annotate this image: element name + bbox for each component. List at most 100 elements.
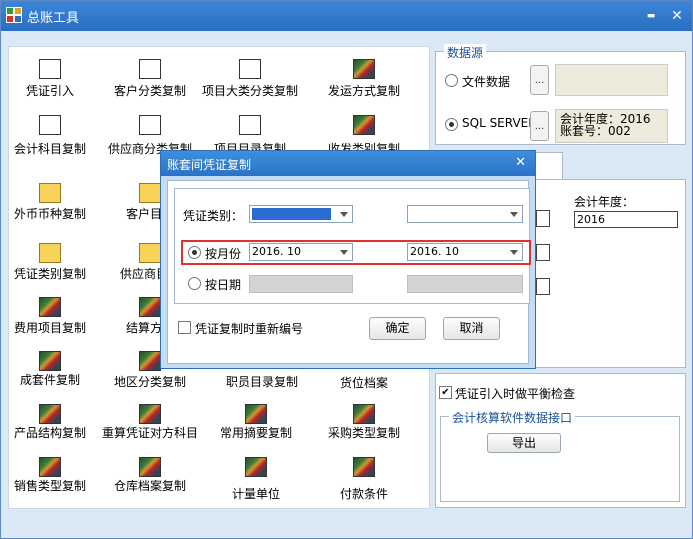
field-a[interactable] xyxy=(536,210,550,227)
month-to-value: 2016. 10 xyxy=(410,245,459,258)
export-button[interactable]: 导出 xyxy=(487,433,561,453)
close-button[interactable]: ✕ xyxy=(668,7,686,25)
options-group: ✔ 凭证引入时做平衡检查 会计核算软件数据接口 导出 xyxy=(435,373,686,508)
image-icon xyxy=(353,59,375,79)
image-icon xyxy=(39,297,61,317)
tool-kit-copy[interactable]: 成套件复制 xyxy=(0,351,105,399)
window-title: 总账工具 xyxy=(27,11,80,26)
tool-currency-copy[interactable]: 外币币种复制 xyxy=(0,183,105,231)
tool-expense-item-copy[interactable]: 费用项目复制 xyxy=(0,297,105,345)
voucher-type-select-2[interactable] xyxy=(407,205,523,223)
tool-label: 重算凭证对方科目 xyxy=(101,426,198,440)
ok-button[interactable]: 确定 xyxy=(369,317,426,340)
fiscal-year-input[interactable]: 2016 xyxy=(574,211,678,228)
image-icon xyxy=(39,404,61,424)
doc-icon xyxy=(39,59,61,79)
tool-voucher-import[interactable]: 凭证引入 xyxy=(0,59,105,107)
folder-icon xyxy=(39,243,61,263)
image-icon xyxy=(353,115,375,135)
dialog-body: 凭证类别： 按月份 2016. 10 2016. 10 按日期 凭证复制时重新编… xyxy=(167,180,531,364)
image-icon xyxy=(139,297,161,317)
tool-warehouse-archive-copy[interactable]: 仓库档案复制 xyxy=(95,457,205,505)
interface-title: 会计核算软件数据接口 xyxy=(449,409,576,426)
cancel-button[interactable]: 取消 xyxy=(443,317,500,340)
dialog-title-bar: 账套间凭证复制 ✕ xyxy=(161,151,535,176)
sql-browse-button[interactable]: ... xyxy=(530,111,549,141)
by-date-label: 按日期 xyxy=(205,278,242,292)
tool-payment-terms[interactable]: 付款条件 xyxy=(309,457,419,505)
chevron-down-icon xyxy=(340,212,348,217)
main-window: 总账工具 ▬ ✕ 凭证引入 客户分类复制 项目大类分类复制 发运方式复制 会计科… xyxy=(0,0,693,539)
renumber-checkbox[interactable] xyxy=(178,321,191,334)
tool-label: 计量单位 xyxy=(231,487,280,501)
tool-label: 职员目录复制 xyxy=(225,375,298,389)
image-icon xyxy=(245,404,267,424)
month-from-value: 2016. 10 xyxy=(252,245,301,258)
minimize-button[interactable]: ▬ xyxy=(642,7,660,25)
tool-account-copy[interactable]: 会计科目复制 xyxy=(0,115,105,163)
file-data-radio[interactable] xyxy=(445,74,458,87)
tool-label: 成套件复制 xyxy=(19,373,80,387)
field-c[interactable] xyxy=(536,278,550,295)
file-info-box xyxy=(555,64,668,96)
chevron-down-icon xyxy=(510,250,518,255)
image-icon xyxy=(39,351,61,371)
sql-server-label: SQL SERVER xyxy=(462,116,537,130)
tool-label: 会计科目复制 xyxy=(13,142,86,156)
tool-label: 销售类型复制 xyxy=(13,479,86,493)
fiscal-year-label: 会计年度： xyxy=(574,195,635,209)
tool-voucher-type-copy[interactable]: 凭证类别复制 xyxy=(0,243,105,291)
tool-label: 采购类型复制 xyxy=(327,426,400,440)
by-date-radio[interactable] xyxy=(188,277,201,290)
file-browse-button[interactable]: ... xyxy=(530,65,549,95)
tool-product-structure-copy[interactable]: 产品结构复制 xyxy=(0,404,105,452)
dialog-options-frame: 凭证类别： 按月份 2016. 10 2016. 10 按日期 xyxy=(174,188,531,304)
field-b[interactable] xyxy=(536,244,550,261)
image-icon xyxy=(139,404,161,424)
doc-icon xyxy=(239,59,261,79)
by-month-label: 按月份 xyxy=(205,247,242,261)
renumber-label: 凭证复制时重新编号 xyxy=(195,322,304,336)
by-month-radio[interactable] xyxy=(188,246,201,259)
tool-label: 凭证类别复制 xyxy=(13,267,86,281)
tool-label: 货位档案 xyxy=(339,376,388,390)
tool-recalc-counter-account[interactable]: 重算凭证对方科目 xyxy=(95,404,205,452)
month-from-select[interactable]: 2016. 10 xyxy=(249,243,353,261)
tool-purchase-type-copy[interactable]: 采购类型复制 xyxy=(309,404,419,452)
tool-label: 项目大类分类复制 xyxy=(201,84,298,98)
tool-shipping-method-copy[interactable]: 发运方式复制 xyxy=(309,59,419,107)
tool-sales-type-copy[interactable]: 销售类型复制 xyxy=(0,457,105,505)
datasource-title: 数据源 xyxy=(444,44,487,61)
tool-label: 客户分类复制 xyxy=(113,84,186,98)
tool-customer-class-copy[interactable]: 客户分类复制 xyxy=(95,59,205,107)
sql-server-radio[interactable] xyxy=(445,118,458,131)
sql-info-box: 会计年度：2016 账套号：002 xyxy=(555,109,668,143)
tool-label: 费用项目复制 xyxy=(13,321,86,335)
tool-label: 发运方式复制 xyxy=(327,84,400,98)
tool-label: 产品结构复制 xyxy=(13,426,86,440)
image-icon xyxy=(353,404,375,424)
month-to-select[interactable]: 2016. 10 xyxy=(407,243,523,261)
interface-group: 会计核算软件数据接口 导出 xyxy=(440,409,680,502)
balance-check-checkbox[interactable]: ✔ xyxy=(439,386,452,399)
chevron-down-icon xyxy=(510,212,518,217)
folder-icon xyxy=(139,243,161,263)
tool-unit-of-measure[interactable]: 计量单位 xyxy=(201,457,311,505)
tool-project-class-copy[interactable]: 项目大类分类复制 xyxy=(195,59,305,107)
voucher-type-select[interactable] xyxy=(249,205,353,223)
folder-icon xyxy=(39,183,61,203)
dialog-title: 账套间凭证复制 xyxy=(167,158,252,172)
menu-icon xyxy=(239,115,261,135)
tool-common-summary-copy[interactable]: 常用摘要复制 xyxy=(201,404,311,452)
tool-label: 付款条件 xyxy=(339,487,388,501)
title-bar: 总账工具 ▬ ✕ xyxy=(1,1,692,31)
tool-label: 外币币种复制 xyxy=(13,207,86,221)
datasource-group: 数据源 文件数据 ... SQL SERVER ... 会计年度：2016 账套… xyxy=(435,44,686,145)
voucher-copy-dialog: 账套间凭证复制 ✕ 凭证类别： 按月份 2016. 10 2016. 10 按日… xyxy=(160,150,536,369)
doc-icon xyxy=(139,59,161,79)
dialog-close-icon[interactable]: ✕ xyxy=(515,155,526,170)
account-set-info: 账套号：002 xyxy=(560,124,631,138)
balance-check-label: 凭证引入时做平衡检查 xyxy=(455,387,576,401)
app-icon xyxy=(6,7,22,23)
doc-icon xyxy=(39,115,61,135)
